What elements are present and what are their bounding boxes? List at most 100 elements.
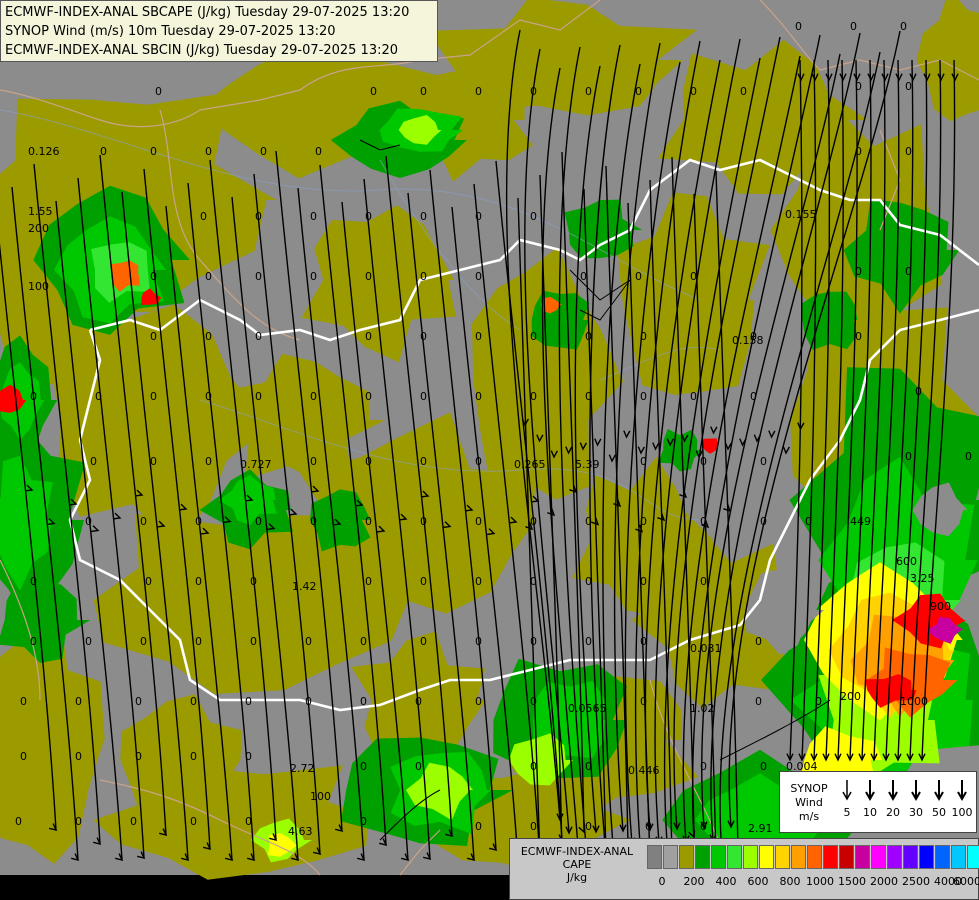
contour-label: 0 [700,760,707,773]
contour-label: 0 [475,330,482,343]
contour-label: 0 [530,820,537,833]
contour-label: 0.158 [732,334,764,347]
contour-label: 0 [190,750,197,763]
contour-label: 0 [475,695,482,708]
contour-label: 0 [250,575,257,588]
contour-label: 0 [135,750,142,763]
cape-swatch [727,845,742,869]
contour-label: 0 [155,85,162,98]
contour-label: 0 [360,815,367,828]
contour-label: 0 [965,450,972,463]
cape-color-swatches [647,845,979,869]
contour-label: 0 [145,575,152,588]
cape-swatch [935,845,950,869]
contour-label: 0 [420,635,427,648]
contour-label: 0 [645,820,652,833]
synop-legend-title: SYNOP Wind m/s [784,782,834,824]
contour-label: 0.265 [514,458,546,471]
contour-label: 0 [635,85,642,98]
contour-label: 0 [700,820,707,833]
contour-label: 0 [530,695,537,708]
contour-label: 0 [150,330,157,343]
contour-label: 0 [365,390,372,403]
contour-label: 0 [905,450,912,463]
cape-swatch [711,845,726,869]
contour-label: 0 [585,575,592,588]
contour-label: 0 [690,270,697,283]
contour-label: 0 [195,635,202,648]
synop-label: SYNOP [790,782,828,795]
contour-label: 0 [690,85,697,98]
contour-label: 0 [475,270,482,283]
contour-label: 0.727 [240,458,272,471]
contour-label: 0 [420,390,427,403]
contour-label: 1.55 [28,205,53,218]
contour-label: 0 [905,265,912,278]
contour-label: 0 [900,20,907,33]
contour-label: 0 [360,760,367,773]
contour-label: 0 [205,455,212,468]
cape-wind-map[interactable]: 0 0 0 0 0 0 0 0 0 0 0 0 0 0 0 0 0 0 0 0 0 0 0 0 0 0 0 0 0 0 0 0 0 0 0 0 0 0 0 0… [0,0,979,900]
cape-area-green [531,290,590,350]
contour-label: 0 [530,330,537,343]
contour-label: 0 [700,455,707,468]
contour-label: 0 [15,815,22,828]
contour-label: 0 [205,330,212,343]
contour-label: 0 [640,635,647,648]
contour-label: 0 [195,515,202,528]
contour-label: 3.25 [910,572,935,585]
contour-label: 0 [255,390,262,403]
contour-label: 0.126 [28,145,60,158]
contour-label: 0 [310,210,317,223]
contour-label: 0 [475,820,482,833]
contour-label: 0 [420,330,427,343]
contour-label: 0 [585,515,592,528]
contour-label: 0 [585,760,592,773]
contour-label: 0 [310,515,317,528]
arrow-down-icon [865,780,875,802]
contour-label: 0 [30,390,37,403]
contour-label: 0 [365,270,372,283]
synop-arrow-30: 30 [904,778,928,819]
cape-swatch [759,845,774,869]
contour-label: 0 [310,270,317,283]
contour-label: 0 [915,385,922,398]
contour-label: 0 [530,210,537,223]
cape-legend-param: CAPE [562,858,592,871]
contour-label: 1.02 [690,702,715,715]
cape-tick-label: 600 [747,875,769,888]
contour-label: 449 [850,515,871,528]
contour-label: 0 [370,85,377,98]
cape-swatch [967,845,979,869]
cape-swatch [663,845,678,869]
contour-label: 0 [195,575,202,588]
cape-tick-label: 2500 [902,875,930,888]
contour-label: 0 [100,145,107,158]
cape-swatch [855,845,870,869]
contour-label: 0 [580,270,587,283]
contour-label: 0 [310,455,317,468]
contour-label: 0 [245,815,252,828]
contour-label: 0 [475,85,482,98]
contour-label: 0 [420,270,427,283]
cape-swatch [743,845,758,869]
contour-label: 0 [85,515,92,528]
cape-area-green [801,291,858,350]
cape-swatch [679,845,694,869]
synop-arrow-20: 20 [881,778,905,819]
contour-label: 0 [85,635,92,648]
contour-label: 0 [415,760,422,773]
contour-label: 0 [255,270,262,283]
contour-label: 0 [905,80,912,93]
contour-label: 0.446 [628,764,660,777]
contour-label: 1.42 [292,580,317,593]
cape-swatch [887,845,902,869]
contour-label: 0 [760,760,767,773]
title-cape: ECMWF-INDEX-ANAL SBCAPE (J/kg) Tuesday 2… [5,5,410,20]
unit-label: m/s [798,810,820,823]
cape-swatch [647,845,662,869]
cape-swatch [903,845,918,869]
contour-label: 0 [130,815,137,828]
contour-label: 0 [475,575,482,588]
contour-label: 0 [475,515,482,528]
